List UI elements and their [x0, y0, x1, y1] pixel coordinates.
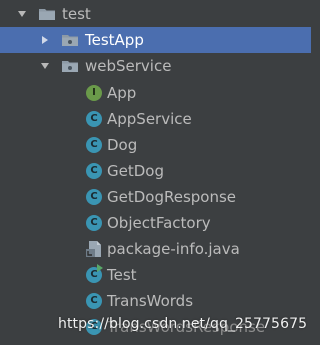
tree-node-label: TestApp — [85, 31, 144, 49]
tree-node-label: Test — [107, 266, 137, 284]
class-icon: C — [86, 293, 102, 309]
run-icon — [97, 264, 103, 272]
tree-node-label: ObjectFactory — [107, 214, 211, 232]
tree-node-label: AppService — [107, 110, 192, 128]
class-icon: C — [86, 189, 102, 205]
tree-node-label: App — [107, 84, 137, 102]
tree-node-label: GetDogResponse — [107, 188, 237, 206]
tree-node-label: package-info.java — [107, 240, 240, 258]
package-icon — [62, 35, 78, 46]
tree-node-appservice[interactable]: C AppService — [0, 106, 311, 132]
tree-node-app[interactable]: I App — [0, 80, 311, 106]
tree-node-testapp[interactable]: TestApp — [0, 27, 311, 53]
tree-node-package-info[interactable]: package-info.java — [0, 236, 311, 262]
class-icon: C — [86, 111, 102, 127]
tree-node-test-class[interactable]: C Test — [0, 262, 311, 288]
tree-node-label: webService — [85, 57, 172, 75]
tree-node-webservice[interactable]: webService — [0, 53, 311, 79]
class-icon: C — [86, 163, 102, 179]
interface-icon: I — [86, 85, 102, 101]
tree-node-label: GetDog — [107, 162, 164, 180]
tree-node-dog[interactable]: C Dog — [0, 132, 311, 158]
tree-node-objectfactory[interactable]: C ObjectFactory — [0, 210, 311, 236]
tree-node-transwords[interactable]: C TransWords — [0, 288, 311, 314]
chevron-down-icon[interactable] — [40, 61, 50, 71]
java-file-icon — [86, 241, 101, 257]
chevron-down-icon[interactable] — [17, 9, 27, 19]
class-icon: C — [86, 215, 102, 231]
tree-node-getdog[interactable]: C GetDog — [0, 158, 311, 184]
folder-icon — [39, 9, 55, 20]
project-tree: test TestApp webService I App C AppServi — [0, 0, 311, 345]
tree-node-label: test — [62, 5, 91, 23]
watermark-text: https://blog.csdn.net/qq_25775675 — [58, 316, 308, 332]
tree-node-getdogresponse[interactable]: C GetDogResponse — [0, 184, 311, 210]
package-icon — [62, 61, 78, 72]
tree-node-test[interactable]: test — [0, 1, 311, 27]
tree-node-label: Dog — [107, 136, 138, 154]
tree-node-label: TransWords — [107, 292, 194, 310]
class-icon: C — [86, 137, 102, 153]
chevron-right-icon[interactable] — [40, 35, 50, 45]
